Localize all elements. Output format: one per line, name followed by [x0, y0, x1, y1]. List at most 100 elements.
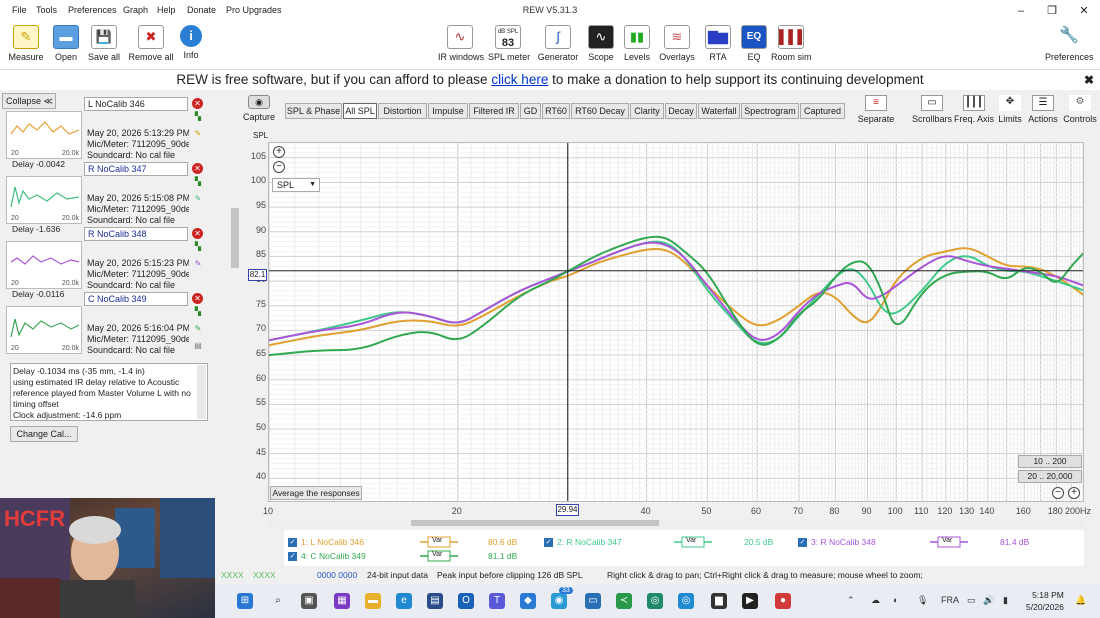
teams-icon[interactable]: T [489, 593, 505, 609]
tab-spl-phase[interactable]: SPL & Phase [285, 103, 342, 119]
delete-icon[interactable]: ✕ [192, 163, 203, 174]
file-explorer-icon[interactable]: ▬ [365, 593, 381, 609]
generator-button[interactable]: ∫ Generator [537, 25, 579, 62]
tray-chevron-icon[interactable]: ⌃ [847, 595, 855, 606]
close-icon[interactable]: ✕ [1076, 3, 1092, 19]
tray-icon-1[interactable]: ☁ [871, 595, 880, 606]
plot-area[interactable] [268, 142, 1084, 502]
tab-all-spl[interactable]: All SPL [343, 103, 377, 119]
battery-icon[interactable]: ▮ [1003, 595, 1008, 606]
open-button[interactable]: ▬ Open [49, 25, 83, 62]
minimize-icon[interactable]: – [1013, 3, 1029, 19]
tab-rt60[interactable]: RT60 [542, 103, 570, 119]
scrollbars-button[interactable]: ▭ Scrollbars [912, 95, 952, 124]
legend-item[interactable]: ✓ 3: R NoCalib 348 [798, 537, 876, 548]
browser-icon-2[interactable]: ◎ [678, 593, 694, 609]
mic-cal-icon[interactable]: ▚ [193, 177, 203, 187]
measurement-item[interactable]: 20 20.0k C NoCalib 349 ✕ May 20, 2026 5:… [4, 292, 209, 356]
app-icon-6[interactable]: ▶ [742, 593, 758, 609]
capture-button[interactable]: ◉ Capture [240, 95, 278, 122]
horizontal-scrollbar[interactable] [268, 519, 1084, 527]
zoom-in-icon[interactable]: + [273, 146, 285, 158]
legend-item[interactable]: ✓ 1: L NoCalib 346 [288, 537, 364, 548]
edit-icon[interactable]: ✎ [193, 194, 203, 204]
start-icon[interactable]: ⊞ [237, 593, 253, 609]
vertical-scrollbar[interactable] [231, 142, 239, 502]
legend-var-swatch[interactable]: Var [420, 550, 458, 562]
app-icon-4[interactable]: ◉ [551, 593, 567, 609]
average-responses-button[interactable]: Average the responses [270, 486, 362, 500]
range-10-200-button[interactable]: 10 .. 200 [1018, 455, 1082, 468]
measurement-item[interactable]: 20 20.0k L NoCalib 346 ✕ May 20, 2026 5:… [4, 97, 209, 169]
preferences-button[interactable]: 🔧 Preferences [1045, 25, 1094, 62]
app-icon-2[interactable]: ▤ [427, 593, 443, 609]
delete-icon[interactable]: ✕ [192, 98, 203, 109]
mic-cal-icon[interactable]: ▚ [193, 242, 203, 252]
outlook-icon[interactable]: O [458, 593, 474, 609]
spl-meter-button[interactable]: dB SPL 83 SPL meter [488, 25, 530, 62]
freq-axis-button[interactable]: ┃┃┃ Freq. Axis [954, 95, 994, 124]
menu-graph[interactable]: Graph [123, 5, 148, 15]
checkbox-icon[interactable]: ✓ [798, 538, 807, 548]
measurement-item[interactable]: 20 20.0k R NoCalib 347 ✕ May 20, 2026 5:… [4, 162, 209, 234]
checkbox-icon[interactable]: ✓ [544, 538, 553, 548]
legend-item[interactable]: ✓ 4: C NoCalib 349 [288, 551, 366, 562]
actions-button[interactable]: ☰ Actions [1027, 95, 1059, 124]
legend-var-swatch[interactable]: Var [674, 536, 712, 548]
legend-var-swatch[interactable]: Var [930, 536, 968, 548]
menu-help[interactable]: Help [157, 5, 176, 15]
edge-icon[interactable]: e [396, 593, 412, 609]
tab-distortion[interactable]: Distortion [378, 103, 427, 119]
controls-button[interactable]: ⚙ Controls [1062, 95, 1098, 124]
x-zoom-out-icon[interactable]: − [1052, 487, 1064, 499]
vscode-icon[interactable]: ≺ [616, 593, 632, 609]
app-icon-5[interactable]: ▭ [585, 593, 601, 609]
tab-spectrogram[interactable]: Spectrogram [741, 103, 799, 119]
app-icon-1[interactable]: ▦ [334, 593, 350, 609]
app-icon-7[interactable]: ● [775, 593, 791, 609]
menu-preferences[interactable]: Preferences [68, 5, 117, 15]
notes-scrollbar[interactable] [197, 365, 206, 419]
rew-taskbar-icon[interactable]: ▆ [711, 593, 727, 609]
mic-icon[interactable]: 🎙 [917, 595, 928, 606]
measurement-item[interactable]: 20 20.0k R NoCalib 348 ✕ May 20, 2026 5:… [4, 227, 209, 299]
menu-tools[interactable]: Tools [36, 5, 57, 15]
tab-filtered-ir[interactable]: Filtered IR [469, 103, 519, 119]
edit-icon[interactable]: ✎ [193, 259, 203, 269]
tab-decay[interactable]: Decay [665, 103, 697, 119]
room-sim-button[interactable]: ▌▌▌ Room sim [771, 25, 812, 62]
ir-windows-button[interactable]: ∿ IR windows [438, 25, 484, 62]
legend-item[interactable]: ✓ 2: R NoCalib 347 [544, 537, 622, 548]
edit-icon[interactable]: ✎ [193, 129, 203, 139]
measure-button[interactable]: ✎ Measure [6, 25, 46, 62]
measurement-name[interactable]: L NoCalib 346 [84, 97, 188, 111]
task-view-icon[interactable]: ▣ [301, 593, 317, 609]
checkbox-icon[interactable]: ✓ [288, 552, 297, 562]
clock[interactable]: 5:18 PM 5/20/2026 [1026, 589, 1064, 613]
tab-gd[interactable]: GD [520, 103, 541, 119]
browser-icon-1[interactable]: ◎ [647, 593, 663, 609]
separate-button[interactable]: ≡ Separate [856, 95, 896, 124]
volume-icon[interactable]: 🔊 [983, 595, 994, 606]
eq-button[interactable]: EQ EQ [740, 25, 768, 62]
levels-button[interactable]: ▮▮ Levels [622, 25, 652, 62]
app-icon-3[interactable]: ◆ [520, 593, 536, 609]
legend-var-swatch[interactable]: Var [420, 536, 458, 548]
measurement-name[interactable]: R NoCalib 347 [84, 162, 188, 176]
measurement-name[interactable]: C NoCalib 349 [84, 292, 188, 306]
donate-link[interactable]: click here [491, 72, 548, 87]
tray-icon-2[interactable]: ◐ [893, 595, 898, 605]
checkbox-icon[interactable]: ✓ [288, 538, 297, 548]
edit-icon[interactable]: ✎ [193, 324, 203, 334]
menu-file[interactable]: File [12, 5, 27, 15]
network-icon[interactable]: ▭ [967, 595, 976, 606]
limits-button[interactable]: ✥ Limits [996, 95, 1024, 124]
tab-clarity[interactable]: Clarity [630, 103, 664, 119]
overlays-button[interactable]: ≋ Overlays [659, 25, 695, 62]
menu-donate[interactable]: Donate [187, 5, 216, 15]
delete-icon[interactable]: ✕ [192, 228, 203, 239]
change-cal-button[interactable]: Change Cal... [10, 426, 78, 442]
measurement-notes[interactable]: Delay -0.1034 ms (-35 mm, -1.4 in) using… [10, 363, 208, 421]
range-20-20000-button[interactable]: 20 .. 20,000 [1018, 470, 1082, 483]
tab-waterfall[interactable]: Waterfall [698, 103, 740, 119]
